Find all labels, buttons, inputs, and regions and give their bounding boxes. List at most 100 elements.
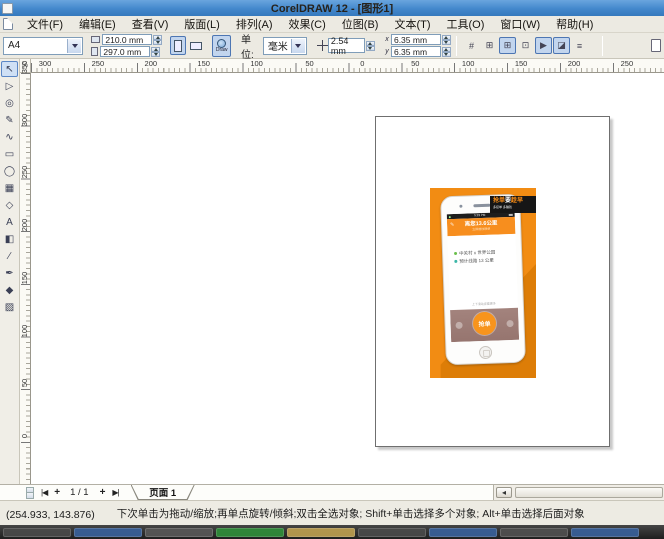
order-item: 预计线路 13 公里 [454, 257, 510, 264]
menu-view[interactable]: 查看(V) [124, 15, 177, 33]
snap-to-guidelines-button[interactable]: ⊞ [481, 37, 498, 54]
nudge-offset-icon [317, 40, 326, 51]
menu-tools[interactable]: 工具(O) [439, 15, 493, 33]
taskbar-window-button[interactable] [145, 528, 213, 537]
document-window-icon[interactable] [3, 18, 13, 30]
menu-effects[interactable]: 效果(C) [281, 15, 334, 33]
width-down-button[interactable] [153, 40, 162, 45]
order-text: 中关村 x 世界公园 [459, 250, 495, 256]
snap-to-grid-button[interactable]: # [463, 37, 480, 54]
speaker-icon [473, 204, 490, 208]
action-area: 抢单 [450, 308, 519, 342]
scroll-left-button[interactable]: ◂ [496, 487, 512, 498]
drawing-units-button[interactable]: Draw [212, 35, 231, 57]
interactive-blend-tool[interactable]: ◧ [1, 231, 18, 247]
duplicate-x-field[interactable]: 6.35 mm [391, 34, 441, 45]
h-ruler-label: 200 [141, 59, 161, 68]
portrait-button[interactable] [170, 36, 186, 55]
snap-to-objects-button[interactable]: ⊞ [499, 37, 516, 54]
fill-tool[interactable]: ◆ [1, 282, 18, 298]
vertical-ruler: 350300250200150100500 [20, 73, 31, 484]
taskbar-window-button[interactable] [287, 528, 355, 537]
zoom-tool[interactable]: ◎ [1, 95, 18, 111]
paper-height-field[interactable]: 297.0 mm [100, 46, 150, 57]
height-down-button[interactable] [151, 52, 160, 57]
units-select[interactable]: 毫米 [263, 37, 307, 55]
interactive-fill-tool[interactable]: ▨ [1, 299, 18, 315]
separator [456, 36, 457, 56]
text-tool[interactable]: A [1, 214, 18, 230]
taskbar-window-button[interactable] [74, 528, 142, 537]
first-page-button[interactable]: |◀ [41, 488, 47, 497]
scrollbar-thumb[interactable] [515, 487, 663, 498]
add-page-before-button[interactable]: + [54, 487, 60, 498]
graph-paper-tool[interactable]: ▦ [1, 180, 18, 196]
order-card: 中关村 x 世界公园预计线路 13 公里 上下滑动查看更多 [447, 234, 518, 310]
menu-edit[interactable]: 编辑(E) [71, 15, 124, 33]
pencil-icon: ✎ [450, 222, 454, 228]
nudge-micro-spinner[interactable] [26, 487, 34, 499]
horizontal-scrollbar[interactable]: ◂ [493, 485, 664, 500]
pick-tool-options-button[interactable]: ◪ [553, 37, 570, 54]
page-tab[interactable]: 页面 1 [131, 485, 195, 500]
canvas[interactable]: 5:23 PM ✎ 离您13.6公里 立即前往接单 中关村 x 世界公园预计线路… [31, 73, 664, 484]
taskbar-window-button[interactable] [358, 528, 426, 537]
shape-tool[interactable]: ▷ [1, 78, 18, 94]
last-page-button[interactable]: ▶| [112, 488, 118, 497]
chevron-down-icon[interactable] [67, 39, 81, 53]
rectangle-tool[interactable]: ▭ [1, 146, 18, 162]
status-hint: 下次单击为拖动/缩放;再单点旋转/倾斜;双击全选对象; Shift+单击选择多个… [117, 506, 585, 521]
treat-as-filled-button[interactable]: ▶ [535, 37, 552, 54]
h-ruler-label: 0 [352, 59, 372, 68]
snap-to-dynamic-guides-button[interactable]: ⊡ [517, 37, 534, 54]
duplicate-y-field[interactable]: 6.35 mm [391, 46, 441, 57]
taskbar-window-button[interactable] [3, 528, 71, 537]
card-footer-text: 上下滑动查看更多 [450, 301, 518, 307]
menu-window[interactable]: 窗口(W) [492, 15, 548, 33]
badge-text-segment: 趁早 [511, 198, 523, 204]
menu-help[interactable]: 帮助(H) [548, 15, 601, 33]
taskbar-window-button[interactable] [571, 528, 639, 537]
nudge-down-button[interactable] [366, 46, 375, 51]
menu-layout[interactable]: 版面(L) [176, 15, 227, 33]
v-ruler-label: 150 [20, 268, 30, 288]
dup-y-down-button[interactable] [442, 52, 451, 57]
h-ruler-label: 250 [617, 59, 637, 68]
v-ruler-label: 200 [20, 215, 30, 235]
add-page-after-button[interactable]: + [100, 487, 106, 498]
menu-text[interactable]: 文本(T) [386, 15, 438, 33]
object-properties-button[interactable]: ≡ [571, 37, 588, 54]
promo-badge: 抢单要趁早 多接单 多赚钱 [490, 196, 536, 213]
phone-screen: 5:23 PM ✎ 离您13.6公里 立即前往接单 中关村 x 世界公园预计线路… [447, 212, 519, 342]
new-document-button[interactable] [648, 36, 664, 55]
eyedropper-tool[interactable]: ∕ [1, 248, 18, 264]
duplicate-distance: x 6.35 mm y 6.35 mm [383, 34, 451, 57]
landscape-button[interactable] [188, 36, 204, 55]
freehand-tool[interactable]: ✎ [1, 112, 18, 128]
menu-bitmaps[interactable]: 位图(B) [334, 15, 387, 33]
taskbar-window-button[interactable] [500, 528, 568, 537]
ellipse-tool[interactable]: ◯ [1, 163, 18, 179]
page-icon [651, 39, 661, 52]
h-ruler-label: 50 [405, 59, 425, 68]
snap-buttons: #⊞⊞⊡▶◪≡ [462, 37, 588, 54]
dup-x-down-button[interactable] [442, 40, 451, 45]
page-tab-label: 页面 1 [132, 485, 194, 499]
battery-icon [509, 213, 513, 215]
paper-size-select[interactable]: A4 [3, 37, 83, 55]
nudge-offset-field[interactable]: 2.54 mm [328, 38, 365, 53]
status-bar: (254.933, 143.876) 下次单击为拖动/缩放;再单点旋转/倾斜;双… [0, 500, 664, 525]
page-indicator: 1 / 1 [70, 487, 89, 498]
basic-shapes-tool[interactable]: ◇ [1, 197, 18, 213]
windows-taskbar [0, 525, 664, 539]
smart-drawing-tool[interactable]: ∿ [1, 129, 18, 145]
outline-tool[interactable]: ✒ [1, 265, 18, 281]
taskbar-window-button[interactable] [216, 528, 284, 537]
workspace: ↖▷◎✎∿▭◯▦◇A◧∕✒◆▨ ℅ 3002502001501005005010… [0, 59, 664, 484]
pick-tool[interactable]: ↖ [1, 61, 18, 77]
taskbar-window-button[interactable] [429, 528, 497, 537]
menu-file[interactable]: 文件(F) [19, 15, 71, 33]
artwork-image[interactable]: 5:23 PM ✎ 离您13.6公里 立即前往接单 中关村 x 世界公园预计线路… [430, 188, 536, 378]
chevron-down-icon[interactable] [291, 39, 305, 53]
paper-width-field[interactable]: 210.0 mm [102, 34, 152, 45]
